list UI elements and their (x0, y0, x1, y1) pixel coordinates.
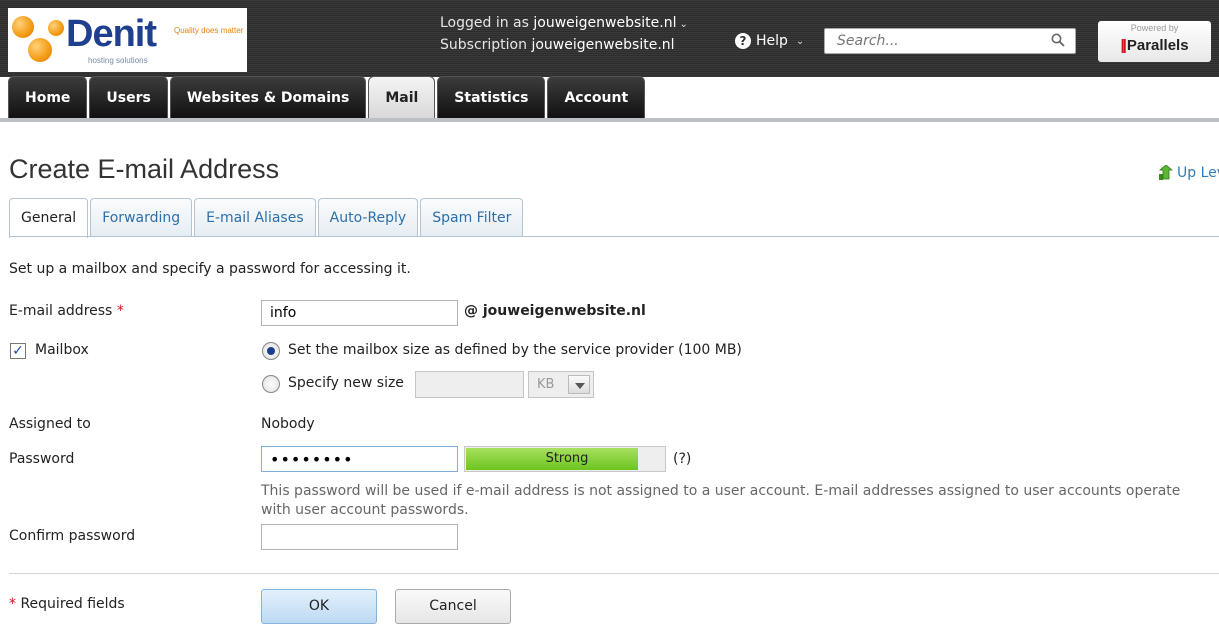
search-box (824, 28, 1076, 54)
tab-auto-reply[interactable]: Auto-Reply (317, 198, 419, 237)
assigned-to-value: Nobody (261, 416, 315, 432)
mailbox-size-custom-radio[interactable] (262, 375, 280, 393)
mailbox-checkbox[interactable]: ✓ (10, 343, 26, 359)
help-icon: ? (735, 33, 751, 49)
confirm-password-label: Confirm password (9, 528, 136, 544)
tab-spam-filter[interactable]: Spam Filter (420, 198, 524, 237)
search-icon[interactable] (1051, 33, 1065, 47)
mailbox-label: Mailbox (35, 342, 89, 358)
page-title: Create E-mail Address (9, 154, 280, 184)
logo-tagline: Quality does matter (174, 26, 244, 35)
nav-tab-statistics[interactable]: Statistics (437, 76, 546, 118)
help-menu[interactable]: ? Help ⌄ (735, 33, 804, 49)
nav-divider (0, 118, 1219, 122)
nav-tab-home[interactable]: Home (8, 76, 88, 118)
assigned-to-label: Assigned to (9, 416, 91, 432)
powered-by-badge[interactable]: Powered by || Parallels (1098, 21, 1211, 62)
nav-tab-websites-domains[interactable]: Websites & Domains (169, 76, 367, 118)
help-label: Help (756, 33, 788, 49)
up-level-link[interactable]: Up Level (1157, 165, 1219, 181)
password-label: Password (9, 451, 75, 467)
powered-by-label: Powered by (1130, 23, 1179, 33)
login-info: Logged in as jouweigenwebsite.nl ⌄ Subscr… (440, 13, 688, 55)
email-domain: @ jouweigenwebsite.nl (464, 303, 646, 319)
tab-email-aliases[interactable]: E-mail Aliases (194, 198, 316, 237)
chevron-down-icon[interactable]: ⌄ (680, 19, 688, 30)
logged-in-user[interactable]: jouweigenwebsite.nl (533, 15, 676, 31)
tab-general[interactable]: General (9, 198, 89, 238)
logo-wordmark: Denit (66, 13, 157, 55)
password-hint: This password will be used if e-mail add… (261, 483, 1181, 518)
form-separator (9, 573, 1219, 574)
size-unit-value: KB (537, 377, 555, 392)
subscription-label: Subscription (440, 37, 527, 53)
password-help-link[interactable]: (?) (673, 451, 691, 467)
password-strength-text: Strong (545, 451, 589, 466)
form-tabs: General Forwarding E-mail Aliases Auto-R… (9, 198, 525, 238)
ok-button[interactable]: OK (261, 589, 377, 624)
mailbox-size-input[interactable] (415, 371, 524, 398)
required-marker: * (9, 596, 16, 612)
required-fields-note: * Required fields (9, 596, 125, 612)
logged-in-label: Logged in as (440, 15, 529, 31)
mailbox-size-default-label: Set the mailbox size as defined by the s… (288, 342, 742, 358)
form-intro: Set up a mailbox and specify a password … (9, 261, 411, 277)
chevron-down-icon: ⌄ (795, 35, 805, 47)
top-header: Denit Quality does matter hosting soluti… (0, 0, 1219, 77)
password-strength-meter: Strong (464, 446, 666, 472)
nav-tab-account[interactable]: Account (547, 76, 646, 118)
search-input[interactable] (825, 29, 1045, 53)
nav-tab-users[interactable]: Users (89, 76, 168, 118)
brand-logo[interactable]: Denit Quality does matter hosting soluti… (8, 8, 247, 72)
nav-tab-mail[interactable]: Mail (368, 76, 436, 118)
email-address-label: E-mail address * (9, 303, 124, 319)
chevron-down-icon[interactable] (568, 375, 590, 394)
required-marker: * (116, 303, 124, 319)
main-nav: Home Users Websites & Domains Mail Stati… (8, 76, 647, 118)
mailbox-size-default-radio[interactable] (262, 342, 280, 360)
parallels-logo-icon: || (1120, 37, 1127, 54)
size-unit-select[interactable]: KB (528, 371, 594, 398)
cancel-button[interactable]: Cancel (395, 589, 511, 624)
confirm-password-input[interactable] (261, 524, 458, 550)
password-input[interactable] (261, 446, 458, 472)
tabs-baseline (9, 236, 1219, 237)
subscription-value[interactable]: jouweigenwebsite.nl (531, 37, 674, 53)
up-arrow-icon (1158, 165, 1173, 180)
tab-forwarding[interactable]: Forwarding (90, 198, 193, 237)
email-address-input[interactable] (261, 300, 458, 326)
mailbox-size-custom-label: Specify new size (288, 375, 404, 391)
up-level-label: Up Level (1177, 165, 1219, 181)
vendor-name: Parallels (1126, 37, 1189, 54)
logo-dots-icon (12, 12, 70, 70)
logo-subtitle: hosting solutions (88, 56, 148, 65)
